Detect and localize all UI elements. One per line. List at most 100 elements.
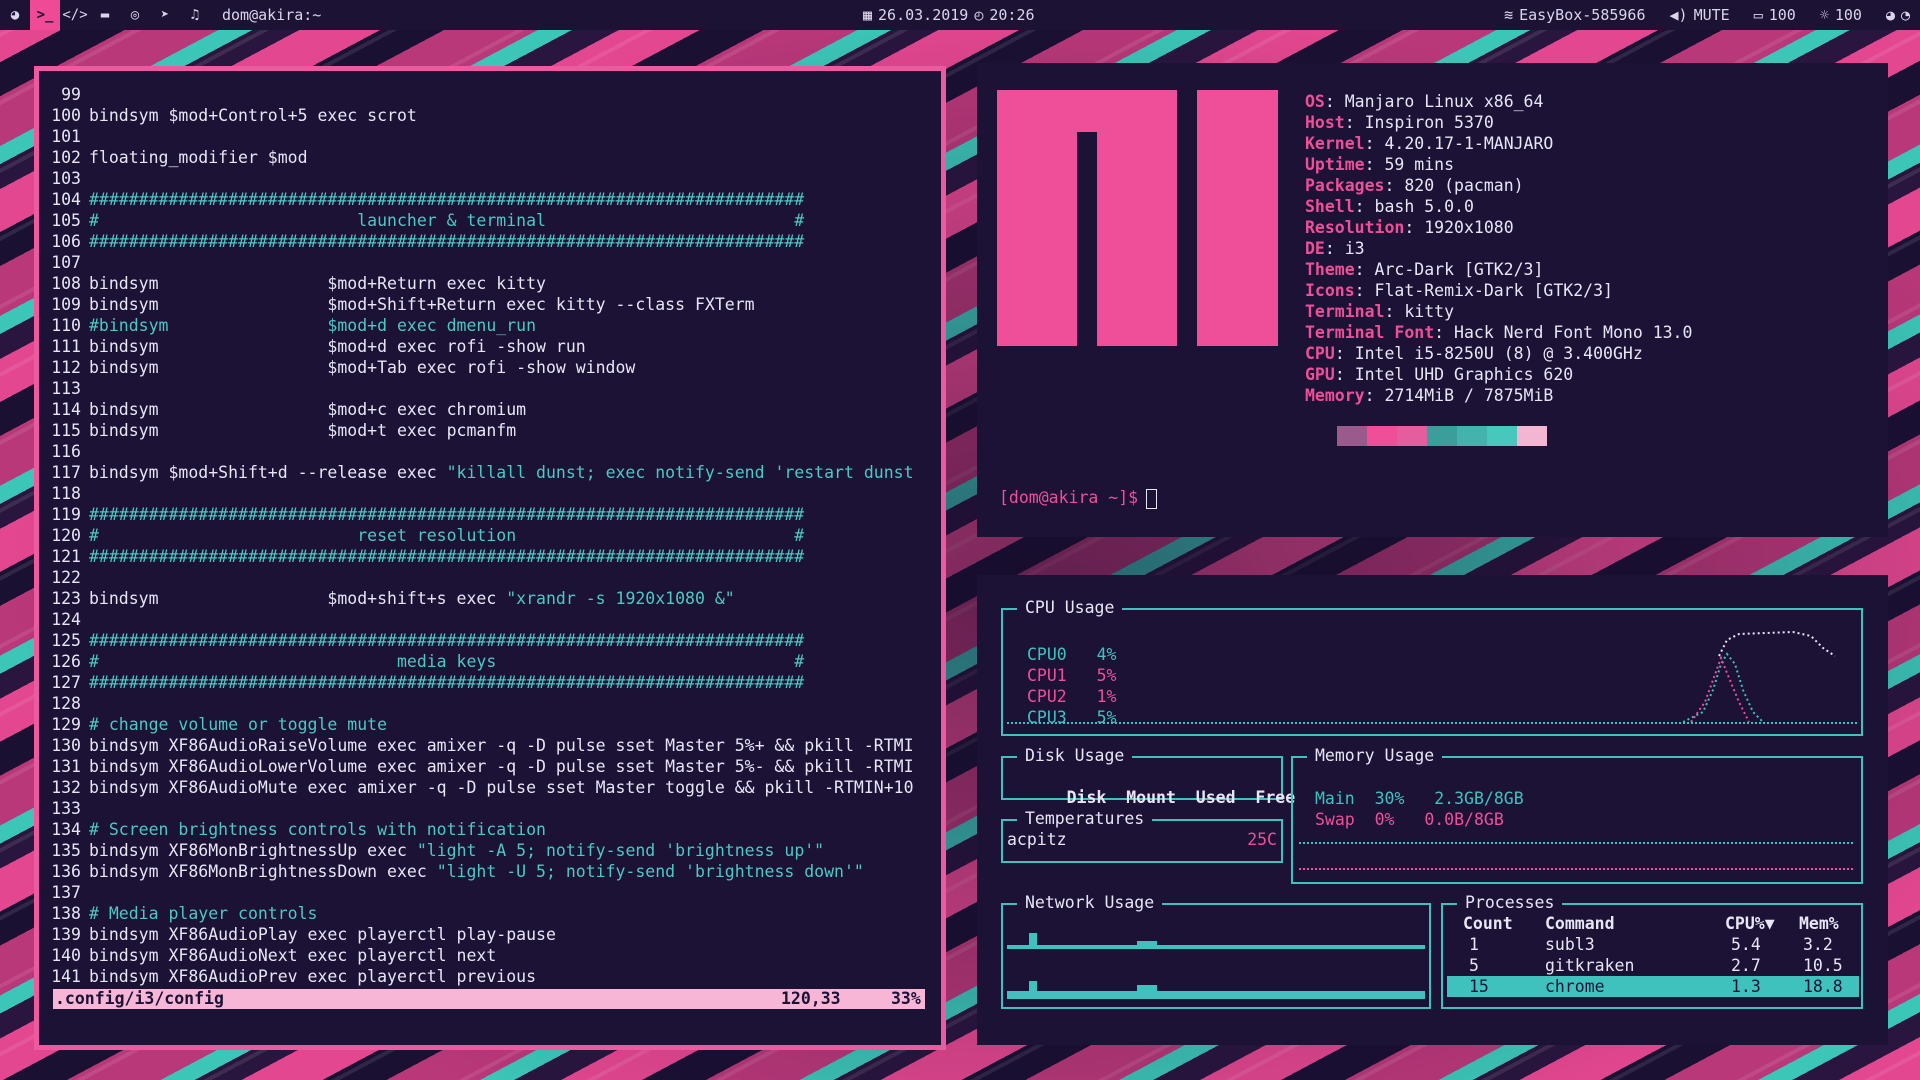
- telegram-icon[interactable]: ➤: [150, 0, 180, 30]
- brightness-level[interactable]: 100: [1835, 6, 1862, 24]
- line-text: bindsym $mod+shift+s exec: [89, 589, 507, 608]
- cpu-row: CPU0 4%: [1027, 644, 1116, 665]
- disk-col-mount: Mount: [1126, 788, 1176, 807]
- code-line[interactable]: 129 # change volume or toggle mute: [49, 714, 914, 735]
- code-line[interactable]: 101: [49, 126, 914, 147]
- editor-text-area[interactable]: 99 100 bindsym $mod+Control+5 exec scrot 1…: [49, 84, 914, 987]
- code-line[interactable]: 137: [49, 882, 914, 903]
- code-line[interactable]: 131 bindsym XF86AudioLowerVolume exec ami…: [49, 756, 913, 777]
- vim-editor-window[interactable]: 99 100 bindsym $mod+Control+5 exec scrot 1…: [34, 66, 946, 1050]
- code-line[interactable]: 108 bindsym $mod+Return exec kitty: [49, 273, 914, 294]
- line-text: bindsym $mod+c exec chromium: [89, 400, 527, 419]
- code-line[interactable]: 107: [49, 252, 914, 273]
- terminal-icon[interactable]: >_: [30, 0, 60, 30]
- chrome-icon[interactable]: ◕: [0, 0, 30, 30]
- line-text: ########################################…: [89, 673, 805, 692]
- code-line[interactable]: 119 #####################################…: [49, 504, 914, 525]
- wifi-icon[interactable]: ≋: [1504, 6, 1513, 24]
- line-text: bindsym $mod+Control+5 exec scrot: [89, 106, 417, 125]
- proc-col-count[interactable]: Count: [1463, 913, 1513, 934]
- network-rx-spike: [1029, 933, 1037, 949]
- volume-icon[interactable]: ◀): [1670, 6, 1688, 24]
- code-line[interactable]: 124: [49, 609, 914, 630]
- code-line[interactable]: 111 bindsym $mod+d exec rofi -show run: [49, 336, 914, 357]
- code-line[interactable]: 136 bindsym XF86MonBrightnessDown exec "l…: [49, 861, 914, 882]
- code-line[interactable]: 134 # Screen brightness controls with not…: [49, 819, 914, 840]
- proc-col-cpu[interactable]: CPU%▼: [1725, 913, 1775, 934]
- gamepad-icon[interactable]: ◎: [120, 0, 150, 30]
- code-line[interactable]: 114 bindsym $mod+c exec chromium: [49, 399, 914, 420]
- info-value: 4.20.17-1-MANJARO: [1384, 134, 1554, 153]
- music-icon[interactable]: ♫: [180, 0, 210, 30]
- code-line[interactable]: 109 bindsym $mod+Shift+Return exec kitty …: [49, 294, 914, 315]
- process-cmd: chrome: [1545, 977, 1605, 996]
- proc-col-command[interactable]: Command: [1545, 913, 1615, 934]
- code-line[interactable]: 126 # media keys #: [49, 651, 914, 672]
- code-line[interactable]: 104 #####################################…: [49, 189, 914, 210]
- code-line[interactable]: 117 bindsym $mod+Shift+d --release exec "…: [49, 462, 913, 483]
- memory-row: Main 30% 2.3GB/8GB: [1315, 788, 1524, 809]
- temp-sensor-value: 25C: [1247, 830, 1277, 849]
- code-line[interactable]: 139 bindsym XF86AudioPlay exec playerctl …: [49, 924, 914, 945]
- terminal-neofetch-window[interactable]: OS: Manjaro Linux x86_64 Host: Inspiron 5…: [977, 63, 1888, 537]
- code-line[interactable]: 120 # reset resolution #: [49, 525, 914, 546]
- line-number: 141: [51, 967, 81, 986]
- processes-title: Processes: [1457, 893, 1563, 913]
- info-key: Kernel: [1305, 134, 1365, 153]
- code-line[interactable]: 121 #####################################…: [49, 546, 914, 567]
- info-key: Shell: [1305, 197, 1355, 216]
- line-number: 138: [51, 904, 81, 923]
- code-line[interactable]: 122: [49, 567, 914, 588]
- code-line[interactable]: 135 bindsym XF86MonBrightnessUp exec "lig…: [49, 840, 914, 861]
- code-line[interactable]: 112 bindsym $mod+Tab exec rofi -show wind…: [49, 357, 914, 378]
- code-line[interactable]: 133: [49, 798, 914, 819]
- manjaro-logo: [997, 90, 1278, 346]
- code-line[interactable]: 105 # launcher & terminal #: [49, 210, 914, 231]
- code-icon[interactable]: </>: [60, 0, 90, 30]
- code-line[interactable]: 116: [49, 441, 914, 462]
- line-number: 123: [51, 589, 81, 608]
- code-line[interactable]: 132 bindsym XF86AudioMute exec amixer -q …: [49, 777, 913, 798]
- line-number: 135: [51, 841, 81, 860]
- shell-prompt[interactable]: [dom@akira ~]$: [999, 488, 1158, 509]
- info-value: Inspiron 5370: [1364, 113, 1494, 132]
- code-line[interactable]: 125 #####################################…: [49, 630, 914, 651]
- proc-col-mem[interactable]: Mem%: [1799, 913, 1839, 934]
- memory-amt: 0.0B/8GB: [1424, 810, 1504, 829]
- code-line[interactable]: 100 bindsym $mod+Control+5 exec scrot: [49, 105, 914, 126]
- code-line[interactable]: 106 #####################################…: [49, 231, 914, 252]
- code-line[interactable]: 123 bindsym $mod+shift+s exec "xrandr -s …: [49, 588, 914, 609]
- wifi-tray-icon[interactable]: ◔: [1901, 6, 1910, 24]
- code-line[interactable]: 128: [49, 693, 914, 714]
- calendar-icon: ▦: [863, 6, 873, 24]
- line-text: ########################################…: [89, 547, 805, 566]
- info-key: Terminal Font: [1305, 323, 1435, 342]
- code-line[interactable]: 115 bindsym $mod+t exec pcmanfm: [49, 420, 914, 441]
- process-row[interactable]: 15 chrome 1.3 18.8: [1447, 976, 1859, 997]
- network-tx-bump: [1137, 985, 1157, 999]
- manjaro-icon[interactable]: ◕: [1886, 6, 1895, 24]
- code-line[interactable]: 140 bindsym XF86AudioNext exec playerctl …: [49, 945, 914, 966]
- gtop-monitor-window[interactable]: CPU Usage CPU0 4% CPU1 5% CPU2 1% CPU3 5% D…: [977, 575, 1888, 1045]
- code-line[interactable]: 127 #####################################…: [49, 672, 914, 693]
- wifi-name[interactable]: EasyBox-585966: [1519, 6, 1645, 24]
- code-line[interactable]: 141 bindsym XF86AudioPrev exec playerctl …: [49, 966, 914, 987]
- line-number: 117: [51, 463, 81, 482]
- brightness-icon[interactable]: ☼: [1820, 6, 1829, 24]
- color-palette: [1337, 426, 1547, 446]
- volume-status[interactable]: MUTE: [1694, 6, 1730, 24]
- code-line[interactable]: 113: [49, 378, 914, 399]
- code-line[interactable]: 110 #bindsym $mod+d exec dmenu_run: [49, 315, 914, 336]
- folder-icon[interactable]: ▬: [90, 0, 120, 30]
- process-row[interactable]: 1 subl3 5.4 3.2: [1447, 934, 1859, 955]
- prompt-text: [dom@akira ~]$: [999, 488, 1139, 507]
- code-line[interactable]: 138 # Media player controls: [49, 903, 914, 924]
- code-line[interactable]: 99: [49, 84, 914, 105]
- process-row[interactable]: 5 gitkraken 2.7 10.5: [1447, 955, 1859, 976]
- code-line[interactable]: 130 bindsym XF86AudioRaiseVolume exec ami…: [49, 735, 913, 756]
- code-line[interactable]: 118: [49, 483, 914, 504]
- processes-panel: Processes Count Command CPU%▼ Mem% 1 subl…: [1441, 893, 1863, 1009]
- code-line[interactable]: 103: [49, 168, 914, 189]
- code-line[interactable]: 102 floating_modifier $mod: [49, 147, 914, 168]
- line-string: "light -U 5; notify-send 'brightness dow…: [436, 862, 864, 881]
